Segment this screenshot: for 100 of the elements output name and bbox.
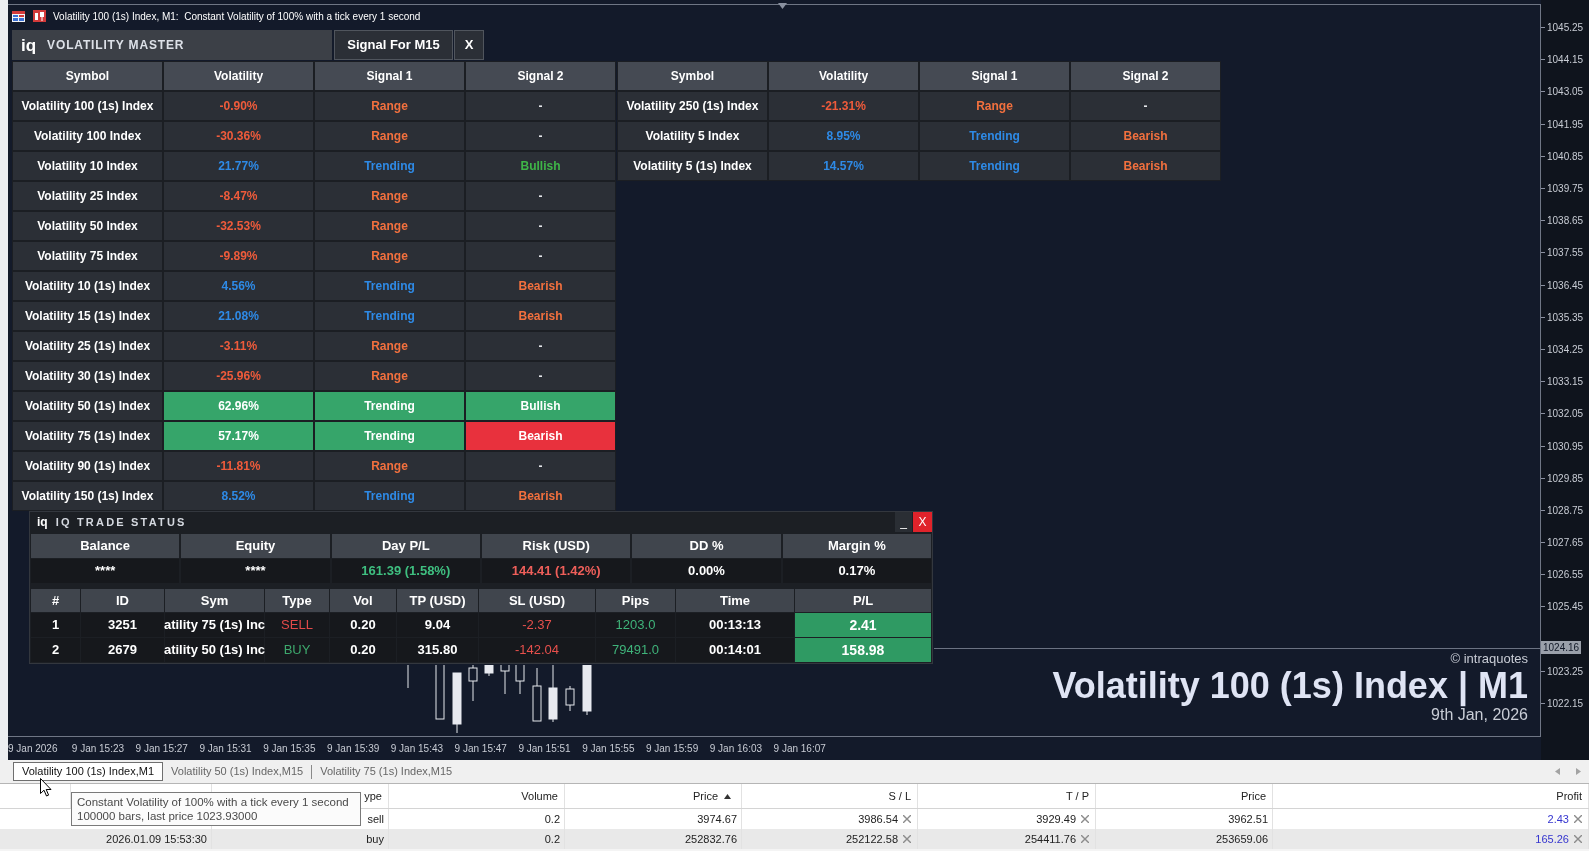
column-header: Volatility [164, 62, 313, 90]
chart-tab[interactable]: Volatility 75 (1s) Index,M15 [312, 762, 461, 781]
close-button[interactable]: X [913, 512, 932, 532]
table-cell: Bearish [466, 272, 615, 300]
tooltip-line: 100000 bars, last price 1023.93000 [77, 809, 259, 823]
table-cell: Trending [920, 152, 1069, 180]
symbol-cell: Volatility 30 (1s) Index [13, 362, 162, 390]
price-axis-label: 1044.15 [1547, 53, 1584, 68]
column-header: Pips [596, 589, 675, 612]
price-axis-label: 1022.15 [1547, 697, 1584, 712]
table-cell: - [466, 122, 615, 150]
symbol-cell: Volatility 100 (1s) Index [13, 92, 162, 120]
table-cell: Range [315, 452, 464, 480]
column-header[interactable]: ype [364, 787, 382, 805]
table-cell: 21.77% [164, 152, 313, 180]
table-cell: 1203.0 [596, 613, 675, 637]
table-cell: Range [315, 362, 464, 390]
summary-value: 0.00% [632, 559, 781, 583]
table-cell: -11.81% [164, 452, 313, 480]
close-icon[interactable] [903, 815, 911, 823]
table-cell: - [466, 92, 615, 120]
price-axis-label: 1036.45 [1547, 278, 1584, 293]
column-header: ID [81, 589, 164, 612]
scroll-left-icon[interactable] [1555, 768, 1560, 775]
table-cell: - [466, 452, 615, 480]
price-axis-label: 1033.15 [1547, 375, 1584, 390]
table-cell-text: 252832.76 [685, 831, 737, 847]
table-cell: -142.04 [479, 638, 595, 662]
table-cell: Range [315, 122, 464, 150]
column-header: Symbol [618, 62, 767, 90]
copyright-label: © intraquotes [1450, 651, 1528, 667]
timeframe-button[interactable]: Signal For M15 [334, 30, 453, 60]
current-price-label: 1024.16 [1541, 640, 1582, 654]
close-icon[interactable] [1081, 815, 1089, 823]
table-cell: atility 50 (1s) Inc [165, 638, 264, 662]
scroll-right-icon[interactable] [1576, 768, 1581, 775]
column-header: Sym [165, 589, 264, 612]
table-cell: BUY [265, 638, 329, 662]
symbol-cell: Volatility 50 Index [13, 212, 162, 240]
summary-value: 161.39 (1.58%) [331, 559, 480, 583]
triangle-marker-icon [778, 3, 787, 9]
chart-tab[interactable]: Volatility 100 (1s) Index,M1 [13, 762, 164, 781]
close-icon[interactable] [1574, 815, 1582, 823]
table-cell: Bullish [466, 152, 615, 180]
column-header[interactable]: S / L [888, 787, 911, 805]
table-cell: Range [920, 92, 1069, 120]
column-header[interactable]: Profit [1556, 787, 1582, 805]
close-button[interactable]: X [454, 30, 484, 60]
symbol-cell: Volatility 100 Index [13, 122, 162, 150]
table-cell: atility 75 (1s) Inc [165, 613, 264, 637]
symbol-cell: Volatility 250 (1s) Index [618, 92, 767, 120]
table-cell: -32.53% [164, 212, 313, 240]
close-icon[interactable] [1081, 835, 1089, 843]
price-axis-label: 1025.45 [1547, 600, 1584, 615]
column-header[interactable]: Price [1240, 787, 1266, 805]
time-axis-label: 9 Jan 15:39 [327, 742, 380, 756]
table-cell-text: 2026.01.09 15:53:30 [106, 831, 207, 847]
close-icon[interactable] [1574, 835, 1582, 843]
symbol-cell: Volatility 75 Index [13, 242, 162, 270]
column-header: TP (USD) [397, 589, 478, 612]
table-cell: Trending [315, 302, 464, 330]
table-cell: - [466, 362, 615, 390]
table-cell: Trending [315, 392, 464, 420]
panel-logo: iq [21, 36, 37, 54]
grid-icon[interactable] [12, 11, 25, 22]
close-icon[interactable] [903, 835, 911, 843]
time-axis-label: 9 Jan 15:43 [390, 742, 444, 756]
symbol-cell: Volatility 25 Index [13, 182, 162, 210]
tooltip-line: Constant Volatility of 100% with a tick every 1 second [77, 795, 350, 809]
table-cell: 57.17% [164, 422, 313, 450]
table-cell-text: 254411.76 [1024, 831, 1076, 847]
table-cell: -8.47% [164, 182, 313, 210]
table-cell-text: 0.2 [544, 811, 560, 827]
table-cell: -25.96% [164, 362, 313, 390]
column-header[interactable]: Price [692, 787, 735, 805]
table-cell: 3251 [81, 613, 164, 637]
minimize-button[interactable]: _ [895, 512, 912, 532]
table-cell: 0.20 [330, 613, 396, 637]
column-header: Signal 1 [920, 62, 1069, 90]
time-axis-label: 9 Jan 15:35 [263, 742, 316, 756]
price-axis-label: 1026.55 [1547, 568, 1584, 583]
column-header[interactable]: T / P [1065, 787, 1089, 805]
time-axis-label: 9 Jan 2026 [8, 742, 58, 756]
table-cell: Range [315, 92, 464, 120]
price-axis-label: 1039.75 [1547, 182, 1584, 197]
table-cell: -30.36% [164, 122, 313, 150]
table-cell: Trending [315, 272, 464, 300]
column-header[interactable]: Volume [521, 787, 558, 805]
symbol-cell: Volatility 15 (1s) Index [13, 302, 162, 330]
table-cell-text: 253659.06 [1216, 831, 1268, 847]
table-cell: 14.57% [769, 152, 918, 180]
table-cell: 21.08% [164, 302, 313, 330]
table-cell-text: 0.2 [544, 831, 560, 847]
column-header: Vol [330, 589, 396, 612]
candles-icon[interactable] [33, 10, 46, 22]
table-cell: 8.52% [164, 482, 313, 510]
time-axis-label: 9 Jan 15:59 [645, 742, 699, 756]
price-axis-label: 1035.35 [1547, 310, 1584, 325]
table-cell: Range [315, 332, 464, 360]
chart-tab[interactable]: Volatility 50 (1s) Index,M15 [163, 762, 312, 781]
